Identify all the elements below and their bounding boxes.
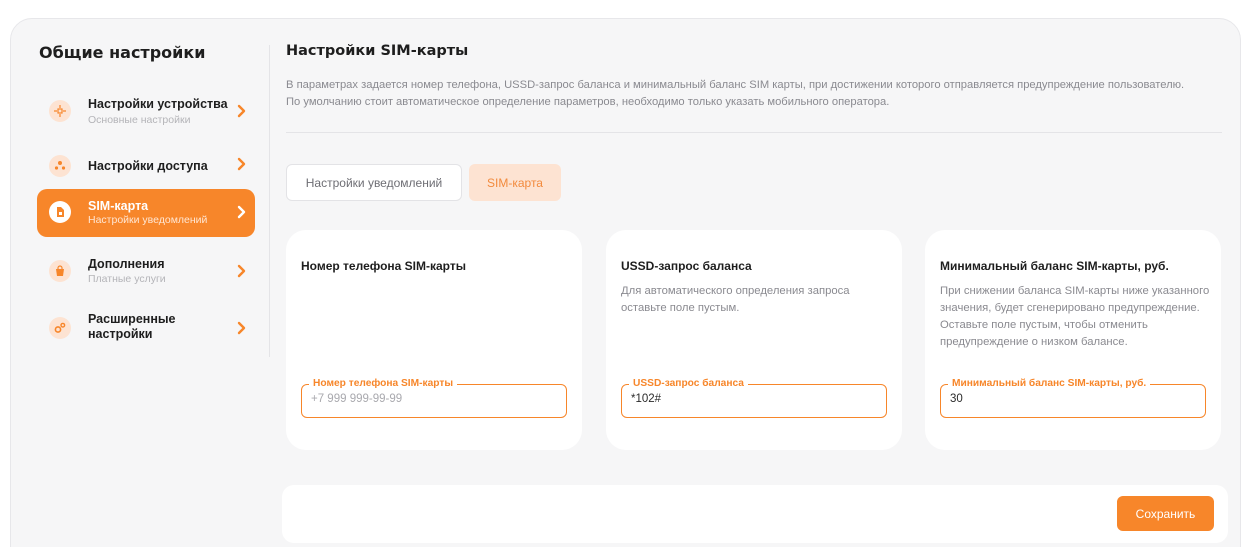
chevron-right-icon: [237, 205, 246, 219]
sidebar: Общие настройки Настройки устройства Осн…: [37, 43, 255, 341]
chevron-right-icon: [237, 264, 246, 278]
sidebar-item-sim-card[interactable]: SIM-карта Настройки уведомлений: [37, 189, 255, 237]
sidebar-item-device-settings[interactable]: Настройки устройства Основные настройки: [37, 88, 255, 136]
phone-number-card: Номер телефона SIM-карты Номер телефона …: [286, 230, 582, 450]
sidebar-item-access-settings[interactable]: Настройки доступа: [37, 143, 255, 191]
ussd-request-card: USSD-запрос баланса Для автоматического …: [606, 230, 902, 450]
sidebar-item-subtitle: Настройки уведомлений: [88, 214, 208, 226]
min-balance-card: Минимальный баланс SIM-карты, руб. При с…: [925, 230, 1221, 450]
header-divider: [286, 132, 1222, 133]
sidebar-divider: [269, 45, 270, 357]
sidebar-item-subtitle: Платные услуги: [88, 273, 166, 285]
chevron-right-icon: [237, 104, 246, 118]
tab-sim-card[interactable]: SIM-карта: [469, 164, 561, 201]
ussd-request-input[interactable]: [631, 393, 871, 405]
page-title: Настройки SIM-карты: [286, 43, 469, 59]
footer-bar: Сохранить: [282, 485, 1228, 543]
min-balance-input[interactable]: [950, 393, 1190, 405]
field-label: Номер телефона SIM-карты: [309, 377, 458, 391]
sidebar-item-subtitle: Основные настройки: [88, 114, 191, 126]
sidebar-item-title: Дополнения: [88, 257, 165, 271]
chevron-right-icon: [237, 321, 246, 335]
sim-card-icon: [49, 201, 71, 223]
page-description: В параметрах задается номер телефона, US…: [286, 77, 1236, 111]
sidebar-item-title: SIM-карта: [88, 199, 149, 213]
sidebar-item-addons[interactable]: Дополнения Платные услуги: [37, 248, 255, 296]
sidebar-item-title: Расширенные: [88, 312, 176, 326]
sidebar-item-advanced-settings[interactable]: Расширенные настройки: [37, 305, 255, 353]
tab-notification-settings[interactable]: Настройки уведомлений: [286, 164, 462, 201]
sidebar-item-title-line2: настройки: [88, 327, 153, 341]
shopping-bag-icon: [49, 260, 71, 282]
card-title: Минимальный баланс SIM-карты, руб.: [940, 259, 1169, 273]
access-users-icon: [49, 155, 71, 177]
device-settings-icon: [49, 100, 71, 122]
field-label: USSD-запрос баланса: [629, 377, 748, 391]
card-description: При снижении баланса SIM-карты ниже указ…: [940, 285, 1210, 348]
sidebar-item-title: Настройки доступа: [88, 159, 208, 173]
field-label: Минимальный баланс SIM-карты, руб.: [948, 377, 1151, 391]
chevron-right-icon: [237, 157, 246, 171]
settings-panel: Общие настройки Настройки устройства Осн…: [10, 18, 1241, 547]
card-title: USSD-запрос баланса: [621, 259, 752, 273]
phone-number-field[interactable]: Номер телефона SIM-карты: [301, 377, 567, 418]
save-button[interactable]: Сохранить: [1117, 496, 1214, 531]
gears-icon: [49, 317, 71, 339]
card-title: Номер телефона SIM-карты: [301, 259, 466, 273]
sidebar-item-title: Настройки устройства: [88, 97, 228, 111]
card-description: Для автоматического определения запроса …: [621, 285, 850, 314]
sidebar-title: Общие настройки: [39, 43, 206, 62]
page-description-line: В параметрах задается номер телефона, US…: [286, 79, 1185, 91]
phone-number-input[interactable]: [311, 393, 551, 405]
main-content: Настройки SIM-карты В параметрах задаетс…: [286, 43, 1226, 450]
min-balance-field[interactable]: Минимальный баланс SIM-карты, руб.: [940, 377, 1206, 418]
ussd-request-field[interactable]: USSD-запрос баланса: [621, 377, 887, 418]
page-description-line: По умолчанию стоит автоматическое опреде…: [286, 96, 890, 108]
